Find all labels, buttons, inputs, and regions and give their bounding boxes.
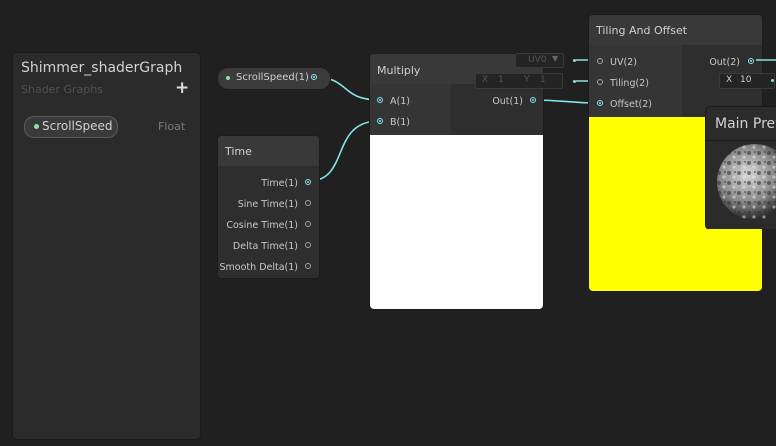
multiply-output-label: Out(1) (492, 96, 523, 107)
time-output-port[interactable] (305, 179, 311, 185)
property-dot-icon (226, 76, 230, 80)
property-output-port[interactable] (311, 74, 317, 80)
tiling-input-label: Tiling(2) (610, 78, 649, 89)
delta-time-output-label: Delta Time(1) (232, 241, 298, 252)
chevron-down-icon: ▼ (552, 54, 559, 63)
blackboard-title: Shimmer_shaderGraph (21, 60, 183, 76)
uv-input-label: UV(2) (610, 57, 637, 68)
downstream-x-label: X (726, 75, 733, 85)
blackboard-panel: Shimmer_shaderGraph Shader Graphs + Scro… (12, 52, 201, 440)
add-property-button[interactable]: + (175, 78, 189, 98)
a-input-port[interactable] (377, 97, 383, 103)
cosine-time-output-label: Cosine Time(1) (226, 220, 298, 231)
uv-channel-dropdown[interactable]: UV0 ▼ (515, 53, 564, 68)
downstream-value-field[interactable]: X 10 (719, 73, 775, 89)
smooth-delta-output-label: Smooth Delta(1) (219, 262, 298, 273)
tiling-y-label: Y (524, 75, 530, 85)
property-node-label: ScrollSpeed(1) (236, 72, 309, 83)
a-input-label: A(1) (390, 96, 410, 107)
main-preview-title: Main Preview (715, 116, 776, 132)
smooth-delta-output-port[interactable] (305, 263, 311, 269)
property-type: Float (158, 120, 186, 133)
tiling-x-value[interactable]: 1 (498, 75, 504, 85)
tiling-node-header[interactable]: Tiling And Offset (589, 15, 762, 45)
multiply-node-title: Multiply (377, 64, 421, 77)
multiply-node[interactable]: Multiply A(1) B(1) Out(1) (369, 53, 544, 310)
tiling-x-label: X (482, 75, 489, 85)
time-node[interactable]: Time Time(1) Sine Time(1) Cosine Time(1)… (217, 135, 320, 279)
time-node-title: Time (225, 145, 252, 158)
tiling-output-label: Out(2) (709, 57, 740, 68)
downstream-connector-dot (771, 79, 774, 82)
tiling-input-port[interactable] (597, 79, 603, 85)
tiling-y-value[interactable]: 1 (540, 75, 546, 85)
tiling-default-field[interactable]: X 1 Y 1 (475, 73, 563, 89)
scrollspeed-property-node[interactable]: ScrollSpeed(1) (217, 67, 331, 90)
multiply-inputs-area (370, 84, 451, 135)
uv-input-port[interactable] (597, 58, 603, 64)
multiply-preview (370, 135, 543, 309)
time-node-header[interactable]: Time (218, 136, 319, 166)
cosine-time-output-port[interactable] (305, 221, 311, 227)
tiling-output-port[interactable] (748, 58, 754, 64)
main-preview-panel[interactable]: Main Preview (705, 106, 776, 229)
delta-time-output-port[interactable] (305, 242, 311, 248)
b-input-label: B(1) (390, 117, 410, 128)
multiply-output-port[interactable] (530, 97, 536, 103)
sine-time-output-label: Sine Time(1) (237, 199, 298, 210)
property-dot-icon (34, 124, 39, 129)
property-name: ScrollSpeed (42, 119, 113, 133)
tiling-output-wire (756, 59, 776, 61)
downstream-x-value[interactable]: 10 (740, 75, 751, 85)
offset-input-label: Offset(2) (610, 99, 652, 110)
tiling-node-title: Tiling And Offset (596, 24, 688, 37)
blackboard-property-scrollspeed[interactable]: ScrollSpeed (24, 116, 118, 138)
blackboard-subtitle: Shader Graphs (21, 83, 103, 96)
uv-dropdown-value: UV0 (528, 55, 547, 65)
offset-input-port[interactable] (597, 100, 603, 106)
b-input-port[interactable] (377, 118, 383, 124)
time-output-label: Time(1) (261, 178, 298, 189)
preview-sphere[interactable] (717, 140, 776, 224)
sine-time-output-port[interactable] (305, 200, 311, 206)
